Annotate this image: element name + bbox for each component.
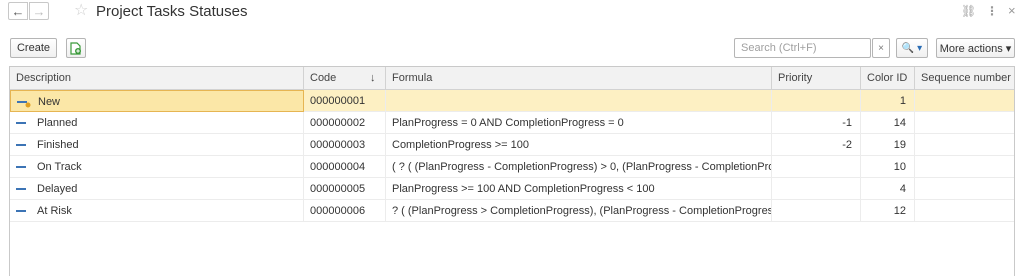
code-cell[interactable]: 000000001	[304, 90, 386, 112]
description-cell[interactable]: At Risk	[10, 200, 304, 222]
formula-cell[interactable]: ? ( (PlanProgress > CompletionProgress),…	[386, 200, 772, 222]
column-description[interactable]: Description	[10, 67, 304, 89]
column-sequence-number[interactable]: Sequence number	[915, 67, 1016, 89]
item-marker-icon	[16, 144, 26, 146]
link-icon[interactable]: ⛓	[961, 4, 976, 18]
code-cell[interactable]: 000000003	[304, 134, 386, 156]
code-cell[interactable]: 000000006	[304, 200, 386, 222]
formula-cell[interactable]: CompletionProgress >= 100	[386, 134, 772, 156]
item-marker-icon	[16, 122, 26, 124]
table-row[interactable]: Planned 000000002 PlanProgress = 0 AND C…	[10, 112, 1014, 134]
sequence-number-cell[interactable]	[915, 112, 1016, 134]
description-text: On Track	[37, 161, 82, 173]
color-id-cell[interactable]: 12	[861, 200, 915, 222]
table-header: Description Code ↓ Formula Priority Colo…	[10, 67, 1014, 90]
color-id-cell[interactable]: 10	[861, 156, 915, 178]
favorite-star-icon[interactable]: ☆	[74, 2, 88, 20]
item-marker-icon	[16, 188, 26, 190]
column-label: Code	[310, 72, 337, 84]
statuses-table: Description Code ↓ Formula Priority Colo…	[9, 66, 1015, 276]
formula-cell[interactable]	[386, 90, 772, 112]
arrow-left-icon: ←	[11, 3, 25, 19]
description-cell[interactable]: New	[10, 90, 304, 112]
description-text: Planned	[37, 117, 78, 129]
create-button-label: Create	[16, 42, 51, 54]
formula-cell[interactable]: PlanProgress >= 100 AND CompletionProgre…	[386, 178, 772, 200]
description-text: Finished	[37, 139, 79, 151]
search-icon: 🔍 ▾	[901, 42, 923, 54]
column-color-id[interactable]: Color ID	[861, 67, 915, 89]
column-priority[interactable]: Priority	[772, 67, 861, 89]
arrow-right-icon: →	[32, 3, 46, 19]
item-marker-icon	[16, 166, 26, 168]
description-cell[interactable]: On Track	[10, 156, 304, 178]
item-marker-icon	[16, 210, 26, 212]
create-button[interactable]: Create	[10, 38, 57, 58]
description-text: New	[38, 96, 61, 108]
table-row[interactable]: At Risk 000000006 ? ( (PlanProgress > Co…	[10, 200, 1014, 222]
column-label: Color ID	[867, 72, 908, 84]
table-row[interactable]: Finished 000000003 CompletionProgress >=…	[10, 134, 1014, 156]
color-id-cell[interactable]: 14	[861, 112, 915, 134]
column-label: Sequence number	[921, 72, 1011, 84]
description-cell[interactable]: Planned	[10, 112, 304, 134]
description-cell[interactable]: Finished	[10, 134, 304, 156]
sequence-number-cell[interactable]	[915, 156, 1016, 178]
color-id-cell[interactable]: 4	[861, 178, 915, 200]
more-actions-button[interactable]: More actions ▾	[936, 38, 1015, 58]
description-text: At Risk	[37, 205, 72, 217]
search-input[interactable]: Search (Ctrl+F)	[734, 38, 871, 58]
create-copy-button[interactable]	[66, 38, 86, 58]
sequence-number-cell[interactable]	[915, 134, 1016, 156]
table-row[interactable]: Delayed 000000005 PlanProgress >= 100 AN…	[10, 178, 1014, 200]
table-row[interactable]: New 000000001 1	[10, 90, 1014, 112]
priority-cell[interactable]	[772, 200, 861, 222]
table-row[interactable]: On Track 000000004 ( ? ( (PlanProgress -…	[10, 156, 1014, 178]
close-icon[interactable]: ×	[1008, 4, 1016, 18]
color-id-cell[interactable]: 1	[861, 90, 915, 112]
column-label: Description	[16, 72, 72, 84]
priority-cell[interactable]	[772, 156, 861, 178]
column-formula[interactable]: Formula	[386, 67, 772, 89]
code-cell[interactable]: 000000004	[304, 156, 386, 178]
sequence-number-cell[interactable]	[915, 178, 1016, 200]
title-bar: ← → ☆ Project Tasks Statuses ⛓ ⋮ ×	[0, 0, 1024, 26]
forward-button[interactable]: →	[29, 2, 49, 20]
more-actions-label: More actions ▾	[939, 42, 1012, 55]
priority-cell[interactable]: -2	[772, 134, 861, 156]
formula-cell[interactable]: ( ? ( (PlanProgress - CompletionProgress…	[386, 156, 772, 178]
search-button[interactable]: 🔍 ▾	[896, 38, 928, 58]
priority-cell[interactable]	[772, 90, 861, 112]
column-label: Priority	[778, 72, 813, 84]
description-text: Delayed	[37, 183, 78, 195]
sort-down-icon: ↓	[370, 72, 376, 84]
page-title: Project Tasks Statuses	[96, 3, 248, 20]
column-label: Formula	[392, 72, 433, 84]
more-icon[interactable]: ⋮	[986, 4, 998, 18]
description-cell[interactable]: Delayed	[10, 178, 304, 200]
priority-cell[interactable]: -1	[772, 112, 861, 134]
sequence-number-cell[interactable]	[915, 200, 1016, 222]
code-cell[interactable]: 000000005	[304, 178, 386, 200]
priority-cell[interactable]	[772, 178, 861, 200]
back-button[interactable]: ←	[8, 2, 28, 20]
column-code[interactable]: Code ↓	[304, 67, 386, 89]
color-id-cell[interactable]: 19	[861, 134, 915, 156]
close-icon: ×	[878, 42, 884, 54]
add-document-icon	[70, 41, 81, 55]
formula-cell[interactable]: PlanProgress = 0 AND CompletionProgress …	[386, 112, 772, 134]
code-cell[interactable]: 000000002	[304, 112, 386, 134]
search-clear-button[interactable]: ×	[872, 38, 890, 58]
new-item-icon	[17, 101, 31, 108]
sequence-number-cell[interactable]	[915, 90, 1016, 112]
